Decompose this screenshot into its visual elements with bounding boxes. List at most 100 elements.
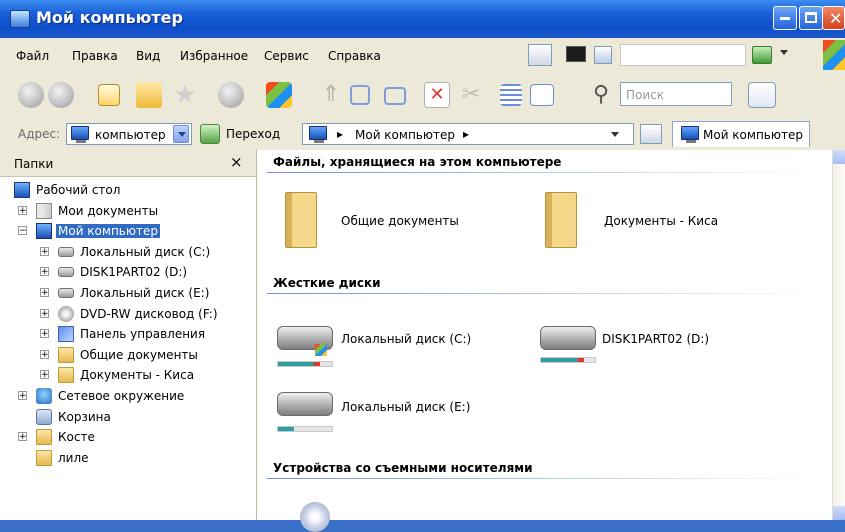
tree-item-label: Мои документы	[58, 203, 159, 218]
folder-icon[interactable]	[545, 192, 577, 248]
back-icon[interactable]	[18, 82, 44, 108]
close-icon[interactable]: ×	[230, 153, 243, 171]
go-label[interactable]: Переход	[226, 127, 280, 141]
disk-e-usage-bar	[277, 426, 333, 432]
tree-item-label: лиле	[58, 450, 89, 465]
tree-item[interactable]: Корзина	[0, 407, 256, 427]
copy-to-icon[interactable]	[350, 85, 370, 105]
tree-item[interactable]: + Документы - Киса	[0, 365, 256, 385]
tree-item[interactable]: + DVD-RW дисковод (F:)	[0, 304, 256, 324]
toolbar: ★ ⇑ ✕ ✂ ⚲ Поиск	[0, 74, 845, 119]
cd-drive-icon[interactable]	[300, 502, 330, 532]
scroll-down-button[interactable]	[833, 506, 845, 520]
refresh-icon[interactable]	[640, 124, 662, 144]
copy-icon[interactable]	[528, 44, 552, 66]
star-icon[interactable]: ★	[172, 82, 198, 108]
tree-item-label: Мой компьютер	[56, 224, 160, 239]
minimize-button[interactable]	[773, 6, 797, 30]
tree-item[interactable]: + Косте	[0, 427, 256, 447]
windows-media-icon[interactable]	[266, 82, 292, 108]
folders-icon[interactable]	[136, 82, 162, 108]
folder-options-icon[interactable]	[384, 87, 406, 105]
sync-icon[interactable]	[748, 82, 776, 108]
search-icon[interactable]: ⚲	[588, 82, 614, 108]
window-icon[interactable]	[594, 46, 612, 64]
title-bar[interactable]: Мой компьютер ✕	[0, 0, 845, 38]
maximize-button[interactable]	[799, 6, 823, 30]
menu-file[interactable]: Файл	[16, 49, 49, 63]
windows-logo-icon	[823, 40, 845, 70]
tree-item[interactable]: + Панель управления	[0, 324, 256, 344]
disk-d-item[interactable]: DISK1PART02 (D:)	[602, 332, 709, 346]
list-view-icon[interactable]	[500, 84, 522, 106]
disk-e-item[interactable]: Локальный диск (E:)	[341, 400, 470, 414]
expand-icon[interactable]: +	[40, 267, 49, 277]
expand-icon[interactable]: +	[40, 288, 49, 298]
address-bar: Адрес: компьютер Переход ▸ Мой компьютер…	[0, 118, 845, 151]
go-button[interactable]	[200, 124, 220, 144]
history-icon[interactable]	[218, 82, 244, 108]
shared-documents-item[interactable]: Общие документы	[341, 214, 459, 228]
close-button[interactable]: ✕	[822, 6, 845, 30]
tree-item[interactable]: + Мои документы	[0, 201, 256, 221]
folder-icon	[58, 346, 74, 363]
computer-icon	[36, 223, 52, 240]
dvd-icon	[58, 305, 74, 322]
chevron-down-icon[interactable]	[173, 125, 189, 143]
address-combo[interactable]: компьютер	[66, 123, 192, 145]
vertical-scrollbar[interactable]	[832, 150, 845, 520]
menu-view[interactable]: Вид	[136, 49, 160, 63]
hard-disk-icon[interactable]	[277, 392, 333, 416]
tree-item[interactable]: + Общие документы	[0, 345, 256, 365]
computer-icon	[681, 126, 699, 143]
disk-icon	[58, 267, 74, 278]
move-to-icon[interactable]: ⇑	[318, 82, 344, 108]
tree-item[interactable]: Рабочий стол	[0, 180, 256, 200]
menu-tools[interactable]: Сервис	[264, 49, 309, 63]
disk-c-item[interactable]: Локальный диск (C:)	[341, 332, 471, 346]
expand-icon[interactable]: +	[40, 329, 49, 339]
computer-icon	[10, 10, 30, 28]
hard-disk-icon[interactable]	[540, 326, 596, 350]
folders-pane-header: Папки ×	[0, 150, 256, 177]
expand-icon[interactable]: +	[40, 349, 49, 359]
menu-favorites[interactable]: Избранное	[180, 49, 248, 63]
expand-icon[interactable]: +	[40, 246, 49, 256]
recycle-bin-icon	[36, 408, 52, 425]
collapse-icon[interactable]: −	[18, 226, 27, 236]
expand-icon[interactable]: +	[40, 308, 49, 318]
links-box[interactable]	[620, 44, 746, 66]
expand-icon[interactable]: +	[18, 391, 27, 401]
menu-bar: Файл Правка Вид Избранное Сервис Справка	[0, 38, 845, 75]
cut-icon[interactable]: ✂	[458, 82, 484, 108]
tree-item-label: Косте	[58, 430, 95, 445]
expand-icon[interactable]: +	[40, 370, 49, 380]
go-arrow-icon[interactable]	[752, 46, 772, 64]
forward-icon[interactable]	[48, 82, 74, 108]
tree-item[interactable]: лиле	[0, 448, 256, 468]
command-prompt-icon[interactable]	[566, 46, 586, 62]
expand-icon[interactable]: +	[18, 432, 27, 442]
explorer-window: Мой компьютер ✕ Файл Правка Вид Избранно…	[0, 0, 845, 532]
menu-help[interactable]: Справка	[328, 49, 381, 63]
tab-my-computer[interactable]: Мой компьютер	[672, 121, 810, 147]
tree-item[interactable]: − Мой компьютер	[0, 221, 256, 241]
path-input[interactable]: ▸ Мой компьютер ▸	[302, 123, 634, 145]
search-input[interactable]: Поиск	[620, 82, 732, 106]
kisa-documents-item[interactable]: Документы - Киса	[604, 214, 718, 228]
scroll-up-button[interactable]	[833, 150, 845, 164]
folder-icon	[58, 367, 74, 384]
tree-item[interactable]: + Локальный диск (C:)	[0, 242, 256, 262]
tree-item[interactable]: + DISK1PART02 (D:)	[0, 262, 256, 282]
chevron-down-icon[interactable]	[611, 132, 619, 141]
control-panel-icon	[58, 326, 74, 343]
views-icon[interactable]	[530, 84, 554, 106]
menu-edit[interactable]: Правка	[72, 49, 118, 63]
delete-icon[interactable]: ✕	[424, 82, 450, 108]
tree-item[interactable]: + Локальный диск (E:)	[0, 283, 256, 303]
tree-item[interactable]: + Сетевое окружение	[0, 386, 256, 406]
chevron-down-icon[interactable]	[780, 50, 788, 59]
folder-icon[interactable]	[285, 192, 317, 248]
folder-up-icon[interactable]	[98, 84, 120, 106]
expand-icon[interactable]: +	[18, 205, 27, 215]
